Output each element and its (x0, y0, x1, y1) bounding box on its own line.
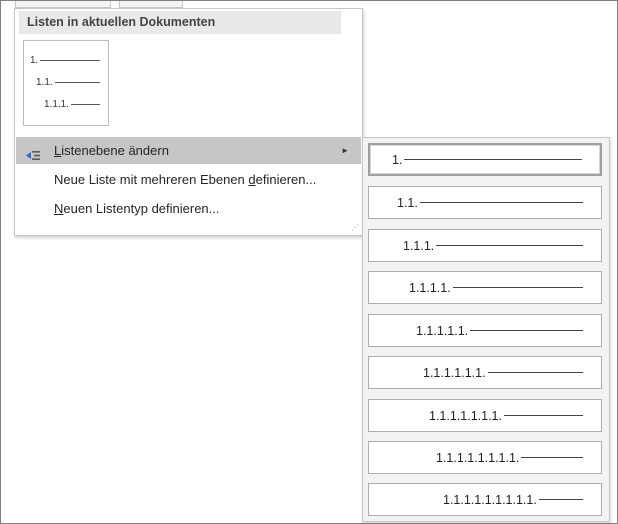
level-option-4[interactable]: 1.1.1.1. (368, 271, 602, 304)
menu-item-change-list-level[interactable]: Listenebene ändern ► (16, 137, 361, 164)
level-rule (487, 372, 583, 373)
level-label: 1.1.1.1. (409, 280, 451, 295)
resize-grip-icon[interactable]: ⋰ (351, 224, 359, 232)
ribbon-control-stub (119, 1, 183, 8)
level-rule (470, 330, 583, 331)
ribbon-control-stub (15, 1, 111, 8)
level-option-5[interactable]: 1.1.1.1.1. (368, 314, 602, 347)
list-level-icon (25, 144, 41, 160)
level-rule (436, 245, 583, 246)
level-option-6[interactable]: 1.1.1.1.1.1. (368, 356, 602, 389)
submenu-arrow-icon: ► (341, 146, 349, 155)
level-rule (404, 159, 582, 160)
level-option-1[interactable]: 1. (368, 143, 602, 176)
level-option-3[interactable]: 1.1.1. (368, 229, 602, 262)
level-label: 1.1.1.1.1. (416, 323, 469, 338)
menu-item-label: Neuen Listentyp definieren... (54, 201, 220, 216)
thumbnail-line-label: 1. (30, 54, 39, 66)
menu-item-label: Neue Liste mit mehreren Ebenen definiere… (54, 172, 317, 187)
thumbnail-line: 1.1.1. (44, 98, 100, 110)
thumbnail-line: 1.1. (36, 76, 100, 88)
level-label: 1.1.1.1.1.1.1. (429, 408, 502, 423)
section-header-current-lists: Listen in aktuellen Dokumenten (19, 11, 341, 34)
current-list-thumbnail[interactable]: 1. 1.1. 1.1.1. (23, 40, 109, 126)
level-label: 1.1.1.1.1.1.1.1.1. (443, 492, 537, 507)
level-label: 1.1.1. (403, 238, 435, 253)
thumbnail-line: 1. (30, 54, 100, 66)
level-label: 1.1.1.1.1.1. (423, 365, 486, 380)
level-rule (452, 287, 583, 288)
menu-item-label: Listenebene ändern (54, 143, 169, 158)
thumbnail-rule (54, 81, 100, 83)
menu-item-define-multilevel-list[interactable]: Neue Liste mit mehreren Ebenen definiere… (16, 166, 361, 193)
level-label: 1.1. (397, 195, 418, 210)
level-option-2[interactable]: 1.1. (368, 186, 602, 219)
level-label: 1.1.1.1.1.1.1.1. (436, 450, 520, 465)
thumbnail-rule (40, 59, 100, 61)
level-label: 1. (392, 152, 403, 167)
level-rule (419, 202, 583, 203)
level-option-9[interactable]: 1.1.1.1.1.1.1.1.1. (368, 483, 602, 516)
menu-item-define-list-style[interactable]: Neuen Listentyp definieren... (16, 195, 361, 222)
list-level-submenu: 1. 1.1. 1.1.1. 1.1.1.1. 1.1.1.1.1. 1.1.1… (362, 137, 610, 522)
level-rule (503, 415, 583, 416)
level-rule (521, 457, 583, 458)
level-rule (538, 499, 583, 500)
thumbnail-rule (71, 103, 100, 105)
thumbnail-line-label: 1.1. (36, 76, 53, 88)
multilevel-list-menu: Listen in aktuellen Dokumenten 1. 1.1. 1… (14, 8, 363, 236)
level-option-8[interactable]: 1.1.1.1.1.1.1.1. (368, 441, 602, 474)
level-option-7[interactable]: 1.1.1.1.1.1.1. (368, 399, 602, 432)
thumbnail-line-label: 1.1.1. (44, 98, 70, 110)
screenshot-frame: Listen in aktuellen Dokumenten 1. 1.1. 1… (0, 0, 618, 524)
